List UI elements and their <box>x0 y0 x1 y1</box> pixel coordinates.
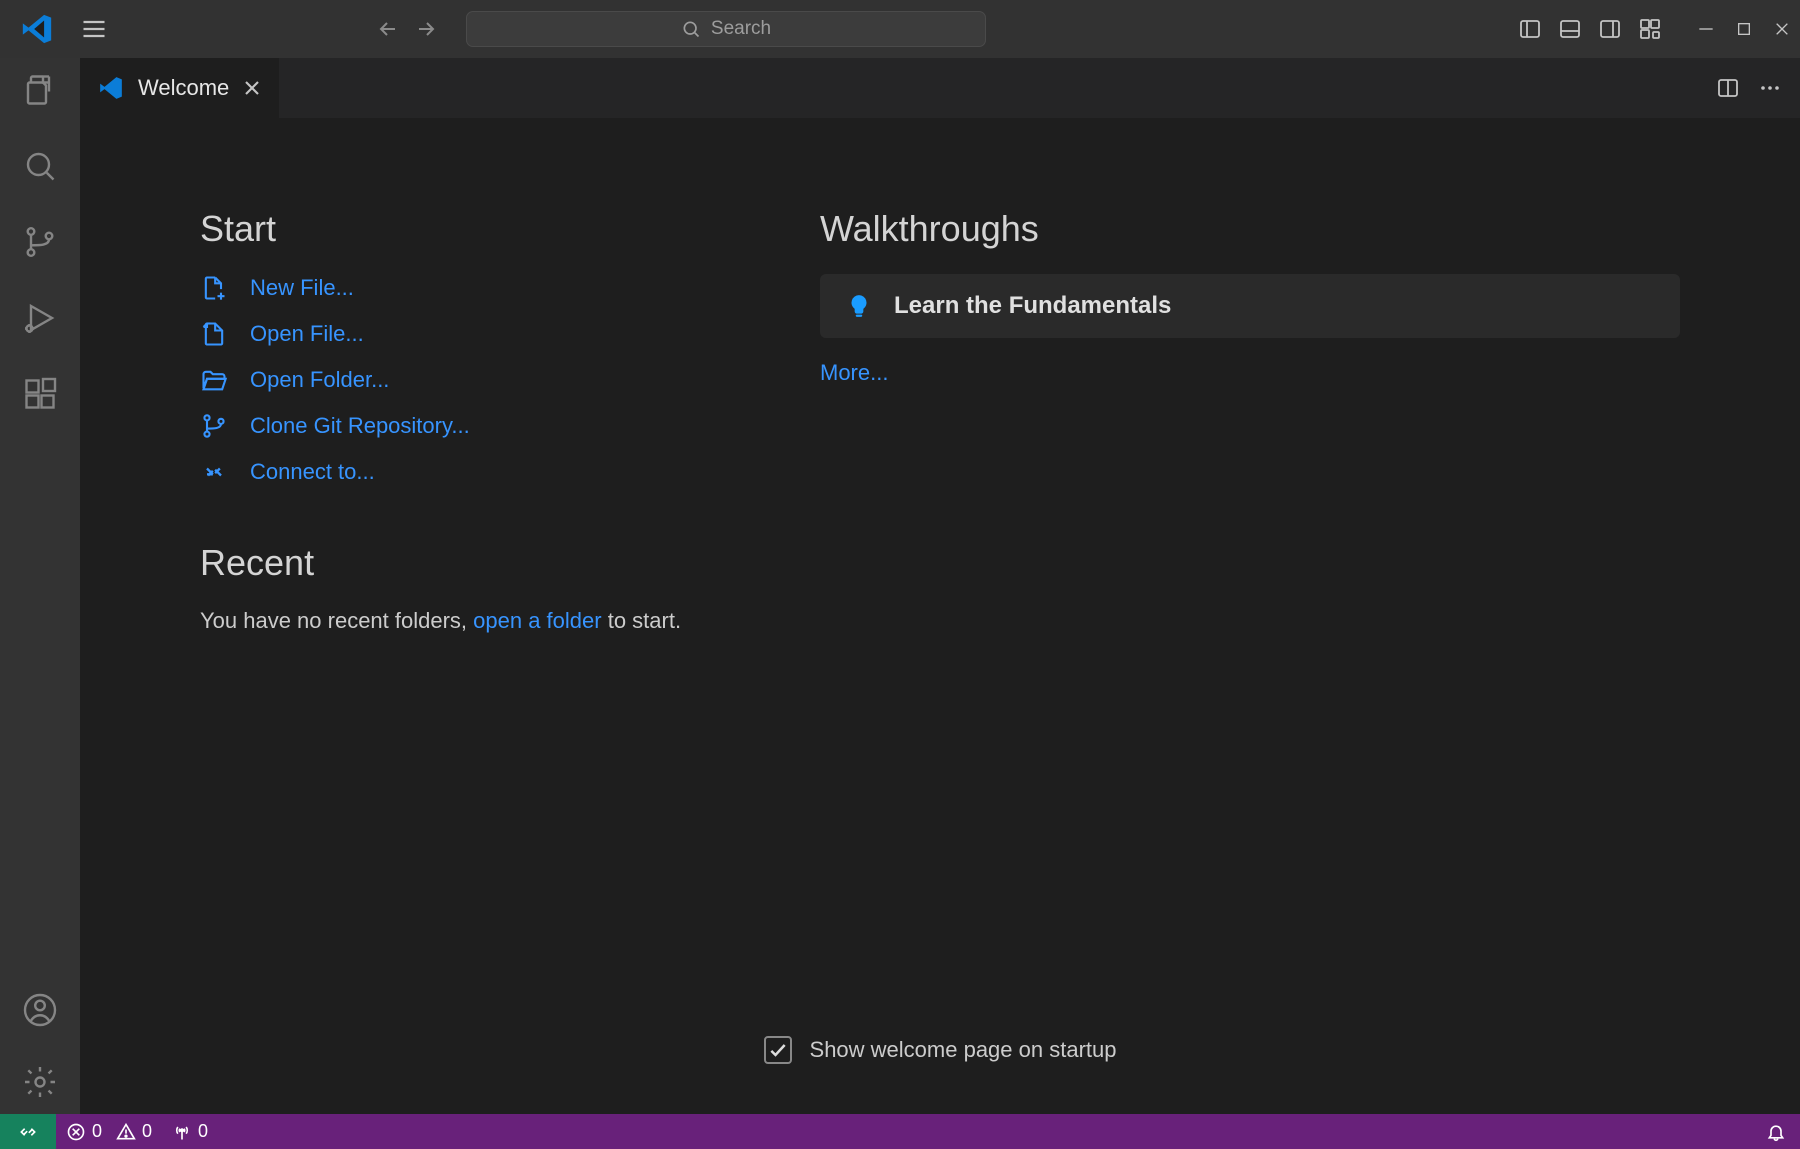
search-placeholder: Search <box>711 18 771 40</box>
bell-icon <box>1766 1122 1786 1142</box>
nav-back-icon[interactable] <box>376 17 400 41</box>
tab-label: Welcome <box>138 75 229 101</box>
search-icon <box>681 19 701 39</box>
show-welcome-checkbox[interactable] <box>764 1036 792 1064</box>
hamburger-menu-icon[interactable] <box>80 15 108 43</box>
status-warnings-count: 0 <box>142 1121 152 1142</box>
status-notifications[interactable] <box>1756 1122 1800 1142</box>
clone-repo-icon <box>200 412 228 440</box>
tab-welcome[interactable]: Welcome <box>80 58 280 118</box>
walkthroughs-heading: Walkthroughs <box>820 208 1680 250</box>
layout-customize-icon[interactable] <box>1638 17 1662 41</box>
new-file-label: New File... <box>250 275 354 301</box>
remote-indicator[interactable] <box>0 1114 56 1149</box>
clone-repo-link[interactable]: Clone Git Repository... <box>200 412 760 440</box>
tab-actions <box>1716 58 1800 118</box>
accounts-icon[interactable] <box>22 992 58 1028</box>
extensions-icon[interactable] <box>22 376 58 412</box>
tab-close-icon[interactable] <box>243 79 261 97</box>
layout-panel-bottom-icon[interactable] <box>1558 17 1582 41</box>
walkthrough-fundamentals-title: Learn the Fundamentals <box>894 292 1171 320</box>
open-file-link[interactable]: Open File... <box>200 320 760 348</box>
check-icon <box>768 1040 788 1060</box>
search-activity-icon[interactable] <box>22 148 58 184</box>
settings-gear-icon[interactable] <box>22 1064 58 1100</box>
start-heading: Start <box>200 208 760 250</box>
new-file-link[interactable]: New File... <box>200 274 760 302</box>
open-a-folder-link[interactable]: open a folder <box>473 608 601 633</box>
editor-area: Welcome Start <box>80 58 1800 1114</box>
remote-icon <box>18 1122 38 1142</box>
open-folder-icon <box>200 366 228 394</box>
recent-heading: Recent <box>200 542 760 584</box>
connect-to-icon <box>200 458 228 486</box>
titlebar-right-controls <box>1518 17 1790 41</box>
walkthroughs-more-link[interactable]: More... <box>820 360 888 385</box>
activity-bar <box>0 58 80 1114</box>
open-file-label: Open File... <box>250 321 364 347</box>
split-editor-icon[interactable] <box>1716 76 1740 100</box>
show-welcome-label: Show welcome page on startup <box>810 1037 1117 1063</box>
status-problems[interactable]: 0 0 <box>56 1121 162 1142</box>
lightbulb-icon <box>846 293 872 319</box>
layout-sidebar-left-icon[interactable] <box>1518 17 1542 41</box>
close-window-button[interactable] <box>1774 21 1790 37</box>
status-errors-count: 0 <box>92 1121 102 1142</box>
recent-suffix: to start. <box>602 608 681 633</box>
explorer-icon[interactable] <box>22 72 58 108</box>
minimize-button[interactable] <box>1698 21 1714 37</box>
main-area: Welcome Start <box>0 58 1800 1114</box>
search-input[interactable]: Search <box>466 11 986 47</box>
window-controls <box>1698 21 1790 37</box>
source-control-icon[interactable] <box>22 224 58 260</box>
editor-tabs: Welcome <box>80 58 1800 118</box>
title-bar: Search <box>0 0 1800 58</box>
run-debug-icon[interactable] <box>22 300 58 336</box>
open-folder-link[interactable]: Open Folder... <box>200 366 760 394</box>
more-actions-icon[interactable] <box>1758 76 1782 100</box>
open-file-icon <box>200 320 228 348</box>
status-ports-count: 0 <box>198 1121 208 1142</box>
recent-empty-text: You have no recent folders, open a folde… <box>200 608 760 634</box>
vscode-tab-icon <box>98 75 124 101</box>
warning-icon <box>116 1122 136 1142</box>
status-bar: 0 0 0 <box>0 1114 1800 1149</box>
welcome-page: Start New File... Open File... Open F <box>80 118 1800 1114</box>
show-welcome-on-startup: Show welcome page on startup <box>764 1036 1117 1094</box>
radio-tower-icon <box>172 1122 192 1142</box>
recent-prefix: You have no recent folders, <box>200 608 473 633</box>
open-folder-label: Open Folder... <box>250 367 389 393</box>
vscode-logo-icon <box>20 12 54 46</box>
error-icon <box>66 1122 86 1142</box>
maximize-button[interactable] <box>1736 21 1752 37</box>
connect-to-link[interactable]: Connect to... <box>200 458 760 486</box>
nav-arrows <box>376 17 438 41</box>
layout-sidebar-right-icon[interactable] <box>1598 17 1622 41</box>
new-file-icon <box>200 274 228 302</box>
connect-to-label: Connect to... <box>250 459 375 485</box>
walkthrough-fundamentals[interactable]: Learn the Fundamentals <box>820 274 1680 338</box>
clone-repo-label: Clone Git Repository... <box>250 413 470 439</box>
nav-forward-icon[interactable] <box>414 17 438 41</box>
status-ports[interactable]: 0 <box>162 1121 218 1142</box>
